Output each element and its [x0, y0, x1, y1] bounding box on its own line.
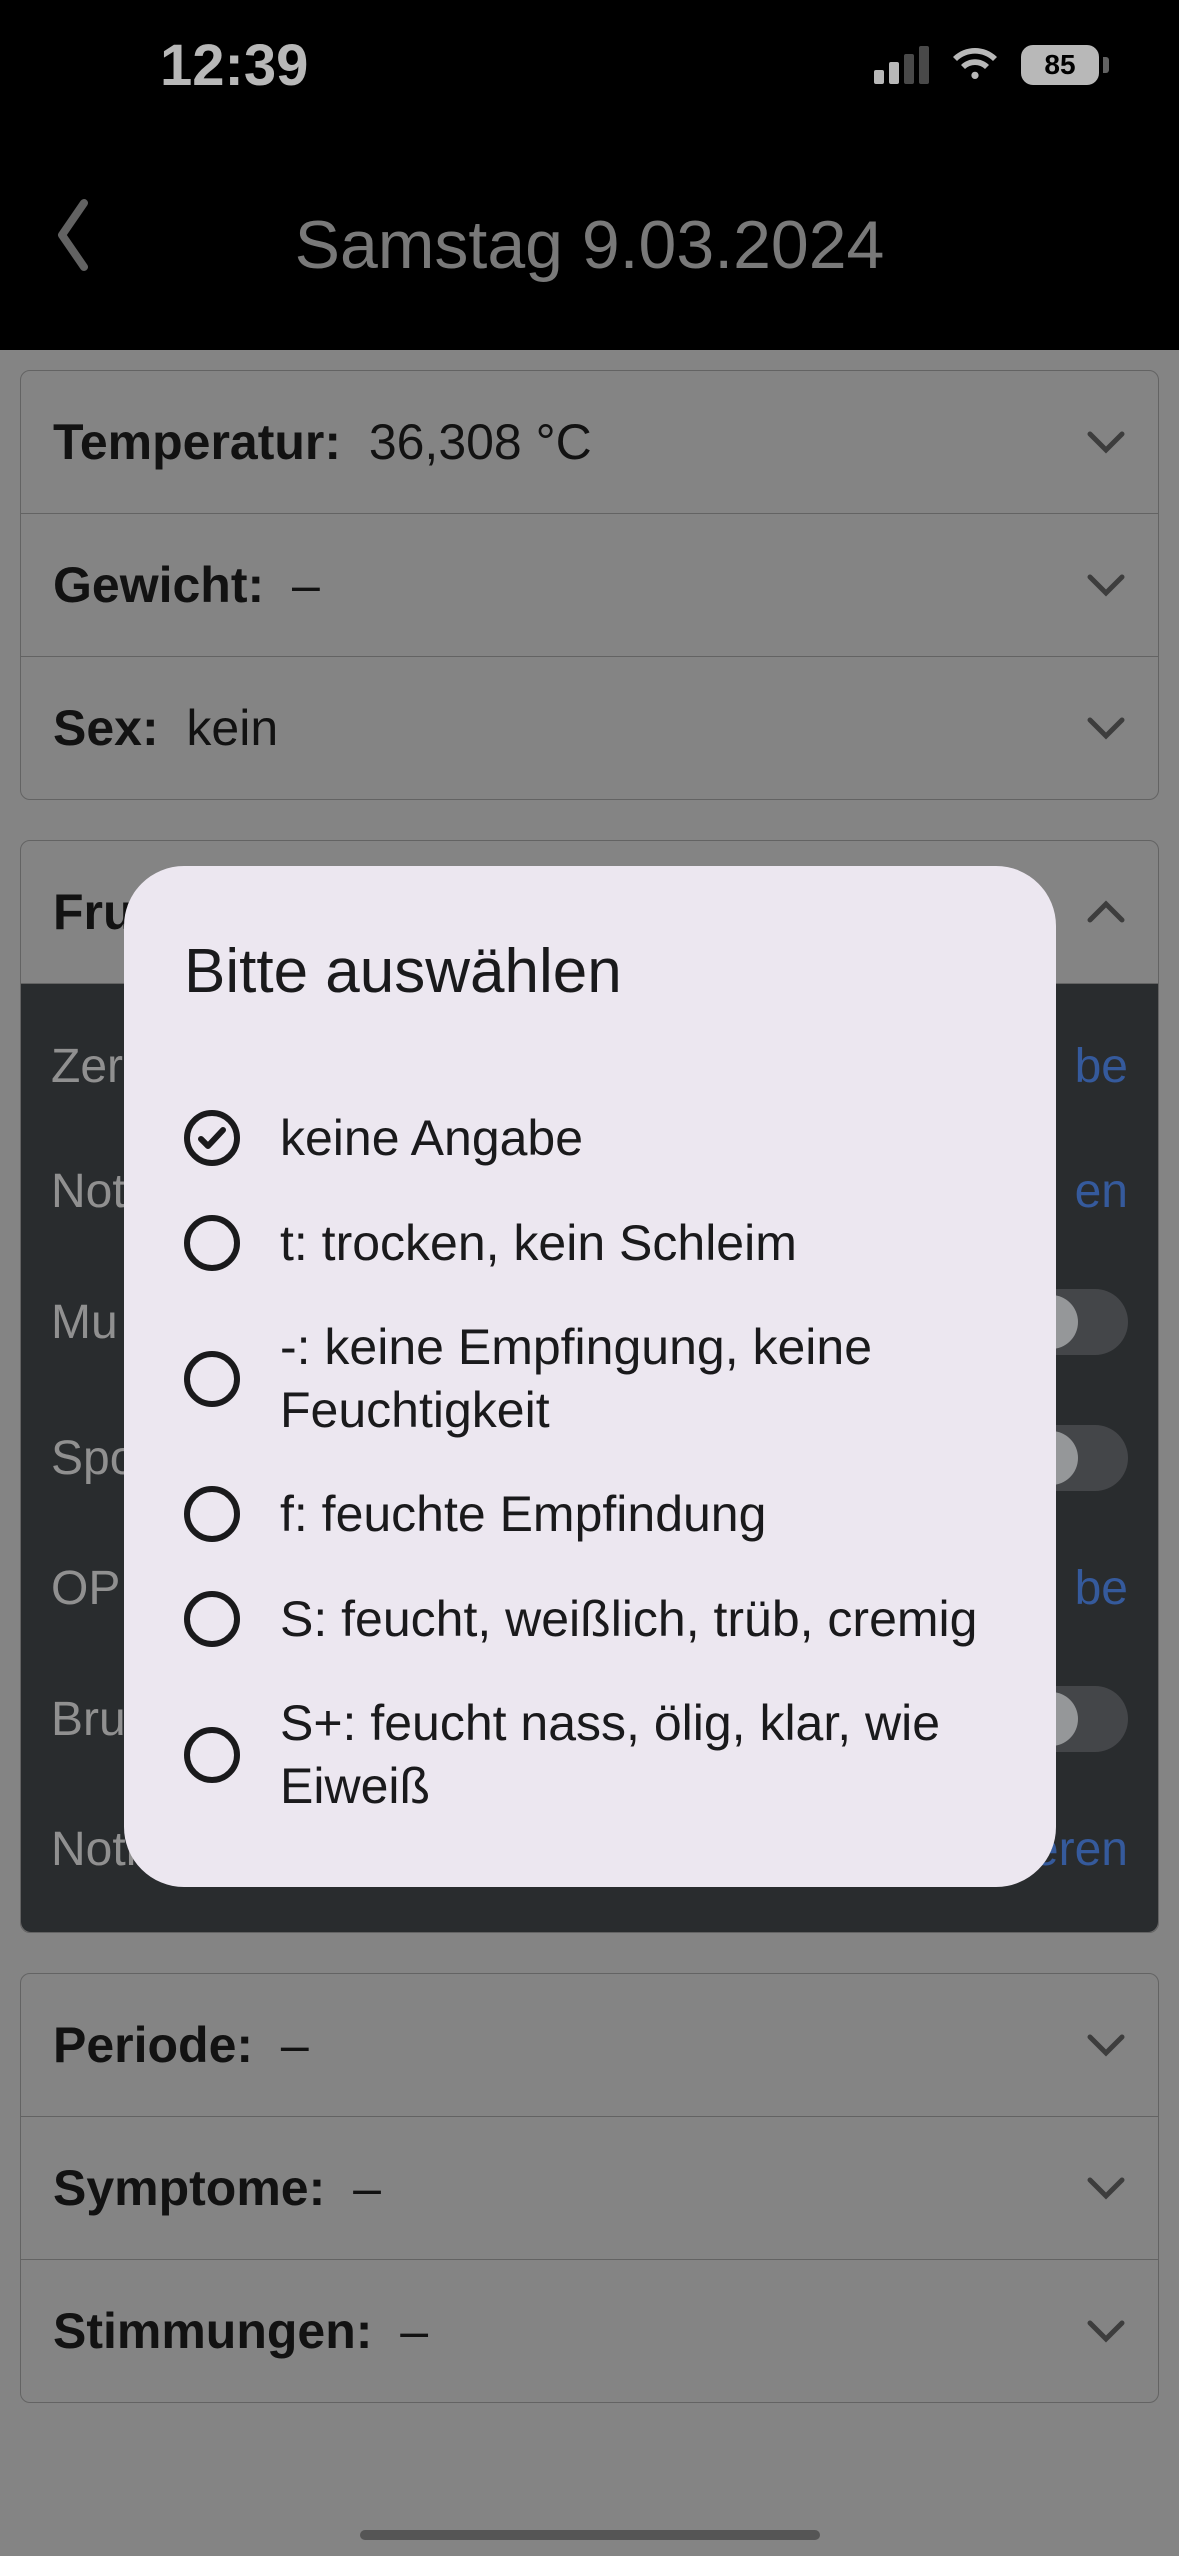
radio-unchecked-icon [184, 1486, 240, 1542]
option-label: -: keine Empfingung, keine Feuchtigkeit [280, 1316, 996, 1441]
option-s[interactable]: S: feucht, weißlich, trüb, cremig [184, 1588, 996, 1651]
option-label: t: trocken, kein Schleim [280, 1212, 797, 1275]
option-trocken[interactable]: t: trocken, kein Schleim [184, 1212, 996, 1275]
radio-unchecked-icon [184, 1215, 240, 1271]
radio-unchecked-icon [184, 1727, 240, 1783]
option-label: f: feuchte Empfindung [280, 1483, 766, 1546]
option-feucht[interactable]: f: feuchte Empfindung [184, 1483, 996, 1546]
modal-title: Bitte auswählen [184, 936, 996, 1007]
radio-unchecked-icon [184, 1351, 240, 1407]
option-keine-empfindung[interactable]: -: keine Empfingung, keine Feuchtigkeit [184, 1316, 996, 1441]
home-indicator[interactable] [360, 2530, 820, 2540]
option-keine-angabe[interactable]: keine Angabe [184, 1107, 996, 1170]
option-label: keine Angabe [280, 1107, 583, 1170]
option-label: S+: feucht nass, ölig, klar, wie Eiweiß [280, 1692, 996, 1817]
option-s-plus[interactable]: S+: feucht nass, ölig, klar, wie Eiweiß [184, 1692, 996, 1817]
option-label: S: feucht, weißlich, trüb, cremig [280, 1588, 977, 1651]
radio-unchecked-icon [184, 1591, 240, 1647]
radio-checked-icon [184, 1110, 240, 1166]
select-modal: Bitte auswählen keine Angabe t: trocken,… [124, 866, 1056, 1887]
